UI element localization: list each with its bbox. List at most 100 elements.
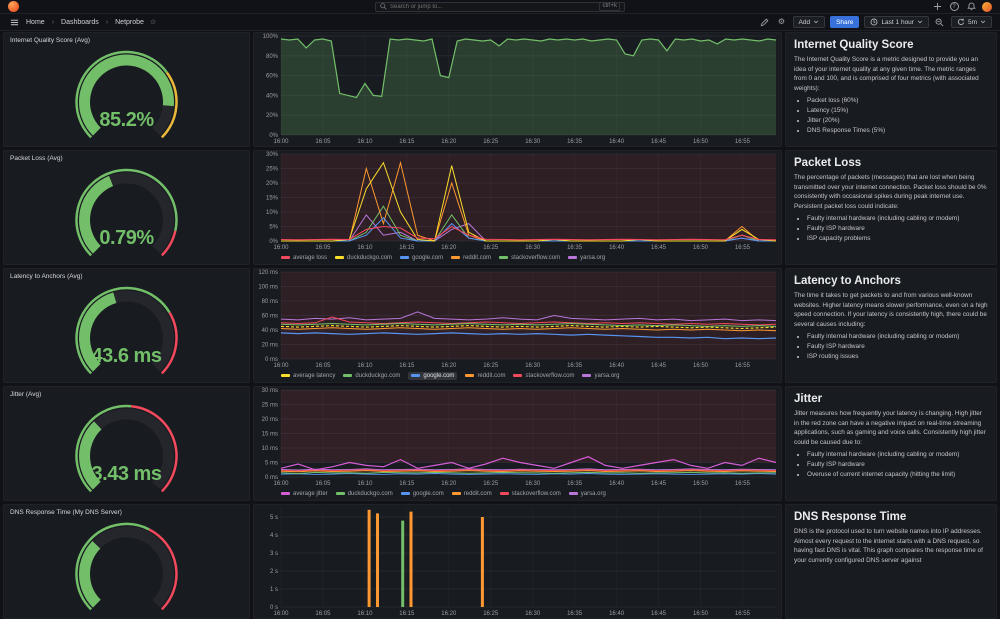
panel-title[interactable]: DNS Response Time (My DNS Server) bbox=[4, 505, 249, 518]
panel-title[interactable]: Jitter (Avg) bbox=[4, 387, 249, 400]
zoom-out-icon[interactable] bbox=[934, 16, 946, 28]
legend-item[interactable]: yarsa.org bbox=[568, 490, 606, 497]
chart-panel: 0 s1 s2 s3 s4 s5 s 16:00 16:05 16:10 16:15 16… bbox=[253, 504, 782, 619]
legend-item[interactable]: yarsa.org bbox=[568, 255, 605, 261]
panel-title[interactable]: Internet Quality Score (Avg) bbox=[4, 33, 249, 46]
svg-text:16:10: 16:10 bbox=[357, 481, 373, 487]
doc-title: Packet Loss bbox=[794, 157, 862, 169]
edit-icon[interactable] bbox=[759, 16, 771, 28]
doc-title: DNS Response Time bbox=[794, 511, 907, 523]
time-range-label: Last 1 hour bbox=[881, 18, 914, 26]
svg-text:16:55: 16:55 bbox=[735, 481, 751, 487]
svg-text:20%: 20% bbox=[266, 181, 279, 187]
legend-label: duckduckgo.com bbox=[355, 372, 401, 379]
legend-item[interactable]: stackoverflow.com bbox=[499, 255, 560, 261]
svg-text:16:35: 16:35 bbox=[567, 481, 583, 487]
legend-item[interactable]: duckduckgo.com bbox=[335, 255, 392, 261]
chart-legend: average loss duckduckgo.com google.com redd… bbox=[281, 252, 777, 263]
svg-text:16:35: 16:35 bbox=[567, 245, 583, 251]
svg-text:16:45: 16:45 bbox=[651, 363, 667, 369]
svg-text:10%: 10% bbox=[266, 210, 279, 216]
svg-text:120 ms: 120 ms bbox=[258, 270, 278, 276]
favorite-star-icon[interactable]: ☆ bbox=[150, 18, 156, 26]
breadcrumb-dashboards[interactable]: Dashboards bbox=[61, 19, 99, 26]
gauge-panel: Latency to Anchors (Avg) 43.6 ms bbox=[3, 268, 250, 383]
legend-item[interactable]: duckduckgo.com bbox=[335, 491, 393, 497]
svg-text:16:35: 16:35 bbox=[567, 363, 583, 369]
legend-item[interactable]: google.com bbox=[400, 255, 443, 261]
legend-swatch bbox=[499, 256, 509, 259]
search-input[interactable] bbox=[390, 3, 597, 10]
settings-icon[interactable]: ⚙ bbox=[776, 16, 788, 28]
legend-label: yarsa.org bbox=[580, 490, 606, 497]
legend-swatch bbox=[582, 374, 592, 377]
legend-item[interactable]: reddit.com bbox=[451, 255, 491, 261]
panel-title[interactable]: Packet Loss (Avg) bbox=[4, 151, 249, 164]
share-button[interactable]: Share bbox=[830, 16, 860, 28]
legend-label: reddit.com bbox=[463, 490, 492, 497]
svg-text:16:20: 16:20 bbox=[441, 245, 457, 251]
svg-text:16:05: 16:05 bbox=[315, 139, 331, 145]
add-button[interactable]: Add bbox=[792, 16, 826, 28]
grafana-logo[interactable] bbox=[8, 1, 19, 12]
breadcrumb-home[interactable]: Home bbox=[26, 19, 45, 26]
doc-title: Jitter bbox=[794, 393, 823, 405]
bell-icon[interactable] bbox=[965, 1, 977, 13]
avatar[interactable] bbox=[982, 1, 992, 12]
doc-bullet: Faulty internal hardware (including cabl… bbox=[807, 332, 988, 342]
svg-text:5%: 5% bbox=[269, 225, 278, 231]
chart-legend: average jitter duckduckgo.com google.com re… bbox=[281, 488, 777, 499]
svg-text:16:00: 16:00 bbox=[273, 481, 289, 487]
svg-text:16:10: 16:10 bbox=[357, 363, 373, 369]
legend-item[interactable]: average jitter bbox=[281, 491, 328, 497]
menu-icon[interactable] bbox=[8, 16, 20, 28]
time-range-picker[interactable]: Last 1 hour bbox=[864, 16, 929, 28]
doc-bullet: Overuse of current internet capacity (hi… bbox=[807, 470, 988, 480]
legend-item[interactable]: average loss bbox=[281, 255, 327, 261]
legend-label: yarsa.org bbox=[580, 254, 606, 261]
gauge-panel: DNS Response Time (My DNS Server) bbox=[3, 504, 250, 619]
doc-bullet: Faulty internal hardware (including cabl… bbox=[807, 450, 988, 460]
legend-swatch bbox=[411, 374, 421, 377]
legend-label: google.com bbox=[412, 490, 444, 497]
chart-canvas[interactable]: 0 s1 s2 s3 s4 s5 s16:00 16:05 16:10 16:15 16… bbox=[254, 505, 781, 618]
svg-text:16:50: 16:50 bbox=[693, 611, 709, 617]
legend-item[interactable]: reddit.com bbox=[451, 490, 492, 497]
svg-text:100 ms: 100 ms bbox=[258, 285, 278, 291]
legend-item[interactable]: reddit.com bbox=[465, 373, 505, 379]
doc-bullet: Jitter (20%) bbox=[807, 116, 988, 126]
breadcrumb-separator: › bbox=[51, 18, 55, 26]
panel-title[interactable]: Latency to Anchors (Avg) bbox=[4, 269, 249, 282]
help-icon[interactable]: ? bbox=[948, 1, 960, 13]
chart-canvas[interactable]: 0%20%40%60%80%100%16:00 16:05 16:10 16:15 16… bbox=[254, 33, 781, 146]
legend-swatch bbox=[499, 492, 509, 495]
search-box[interactable]: ctrl+k bbox=[375, 1, 625, 12]
legend-item[interactable]: google.com bbox=[408, 371, 458, 380]
doc-bullet: Faulty ISP hardware bbox=[807, 342, 988, 352]
add-icon[interactable] bbox=[931, 1, 943, 13]
refresh-button[interactable]: 5m bbox=[950, 16, 992, 28]
legend-item[interactable]: yarsa.org bbox=[582, 373, 620, 379]
svg-text:16:05: 16:05 bbox=[315, 245, 331, 251]
doc-bullet-list: Packet loss (60%)Latency (15%)Jitter (20… bbox=[807, 96, 988, 136]
chart-canvas[interactable]: 0 ms20 ms40 ms60 ms80 ms100 ms120 ms16:0… bbox=[254, 269, 781, 370]
legend-item[interactable]: average latency bbox=[281, 373, 335, 379]
svg-text:16:40: 16:40 bbox=[609, 245, 625, 251]
svg-text:16:35: 16:35 bbox=[567, 611, 583, 617]
svg-text:16:00: 16:00 bbox=[273, 611, 289, 617]
chart-canvas[interactable]: 0%5%10%15%20%25%30%16:00 16:05 16:10 16:15 1… bbox=[254, 151, 781, 252]
svg-text:16:50: 16:50 bbox=[693, 363, 709, 369]
legend-item[interactable]: google.com bbox=[400, 490, 444, 497]
legend-item[interactable]: stackoverflow.com bbox=[499, 491, 561, 497]
chart-canvas[interactable]: 0 ms5 ms10 ms15 ms20 ms25 ms30 ms16:00 16… bbox=[254, 387, 781, 488]
svg-text:16:20: 16:20 bbox=[441, 139, 457, 145]
legend-label: average loss bbox=[293, 254, 328, 261]
gauge-panel: Internet Quality Score (Avg) 85.2% bbox=[3, 32, 250, 147]
doc-title: Internet Quality Score bbox=[794, 39, 914, 51]
svg-text:16:15: 16:15 bbox=[399, 611, 415, 617]
svg-text:5 ms: 5 ms bbox=[265, 461, 278, 467]
svg-text:16:05: 16:05 bbox=[315, 481, 331, 487]
legend-item[interactable]: stackoverflow.com bbox=[513, 373, 574, 379]
legend-item[interactable]: duckduckgo.com bbox=[343, 373, 400, 379]
legend-label: google.com bbox=[423, 372, 455, 379]
